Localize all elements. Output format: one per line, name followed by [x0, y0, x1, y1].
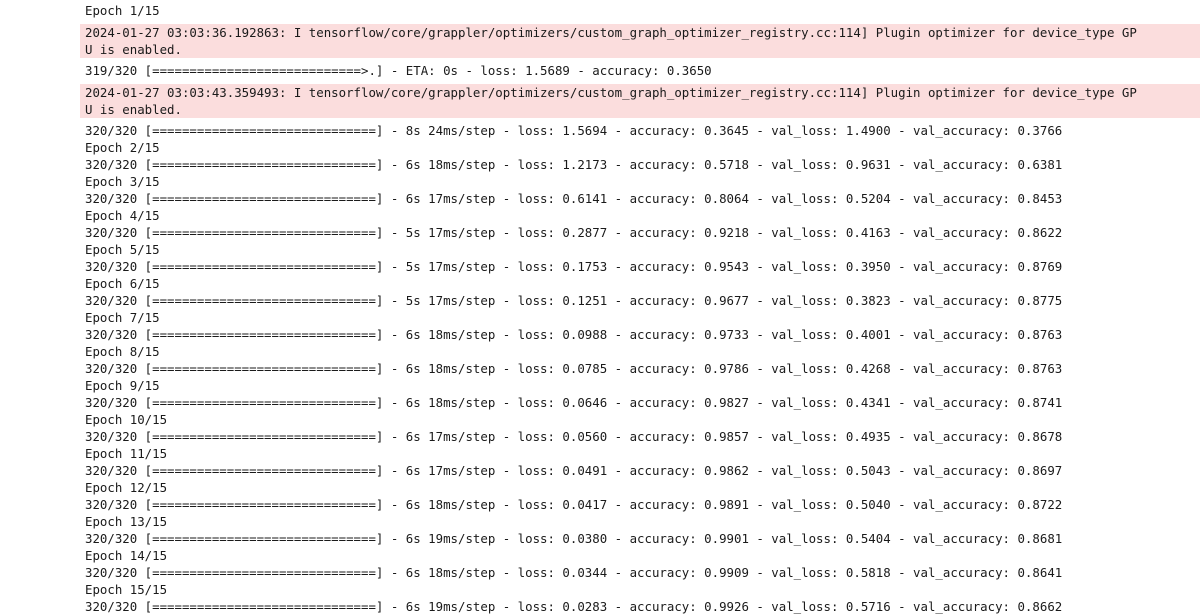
epoch-result-line: 320/320 [==============================]… — [85, 565, 1063, 580]
warning-line: U is enabled. — [85, 42, 182, 57]
epoch-header: Epoch 10/15 — [85, 412, 168, 427]
epoch-result-line: 320/320 [==============================]… — [85, 157, 1063, 172]
epoch-header: Epoch 12/15 — [85, 480, 168, 495]
epoch-result-line: 320/320 [==============================]… — [85, 293, 1063, 308]
epoch-result-line: 320/320 [==============================]… — [85, 259, 1063, 274]
warning-line: 2024-01-27 03:03:43.359493: I tensorflow… — [85, 85, 1137, 100]
epoch-header: Epoch 14/15 — [85, 548, 168, 563]
epoch-result-line: 320/320 [==============================]… — [85, 395, 1063, 410]
epoch-result-line: 320/320 [==============================]… — [85, 463, 1063, 478]
epoch-header: Epoch 3/15 — [85, 174, 160, 189]
epoch-header: Epoch 4/15 — [85, 208, 160, 223]
epoch-header: Epoch 9/15 — [85, 378, 160, 393]
epoch-header: Epoch 8/15 — [85, 344, 160, 359]
warning-line: U is enabled. — [85, 102, 182, 117]
epoch-result-line: 320/320 [==============================]… — [85, 429, 1063, 444]
epoch-result-line: 320/320 [==============================]… — [85, 497, 1063, 512]
epoch-header: Epoch 6/15 — [85, 276, 160, 291]
progress-line: 319/320 [============================>.]… — [85, 63, 712, 78]
epoch-result-line: 320/320 [==============================]… — [85, 361, 1063, 376]
epoch-header: Epoch 7/15 — [85, 310, 160, 325]
epoch-header: Epoch 5/15 — [85, 242, 160, 257]
warning-line: 2024-01-27 03:03:36.192863: I tensorflow… — [85, 25, 1137, 40]
epoch-result-line: 320/320 [==============================]… — [85, 123, 1063, 138]
terminal-output: Epoch 1/15 2024-01-27 03:03:36.192863: I… — [80, 0, 1200, 616]
warning-message: 2024-01-27 03:03:43.359493: I tensorflow… — [80, 84, 1200, 118]
epoch-header: Epoch 15/15 — [85, 582, 168, 597]
epoch-header: Epoch 2/15 — [85, 140, 160, 155]
epoch-result-line: 320/320 [==============================]… — [85, 599, 1063, 614]
epoch-result-line: 320/320 [==============================]… — [85, 531, 1063, 546]
epoch-result-line: 320/320 [==============================]… — [85, 225, 1063, 240]
epoch-header: Epoch 13/15 — [85, 514, 168, 529]
epoch-result-line: 320/320 [==============================]… — [85, 191, 1063, 206]
warning-message: 2024-01-27 03:03:36.192863: I tensorflow… — [80, 24, 1200, 58]
epoch-header: Epoch 11/15 — [85, 446, 168, 461]
epoch-result-line: 320/320 [==============================]… — [85, 327, 1063, 342]
epoch-header: Epoch 1/15 — [85, 3, 160, 18]
